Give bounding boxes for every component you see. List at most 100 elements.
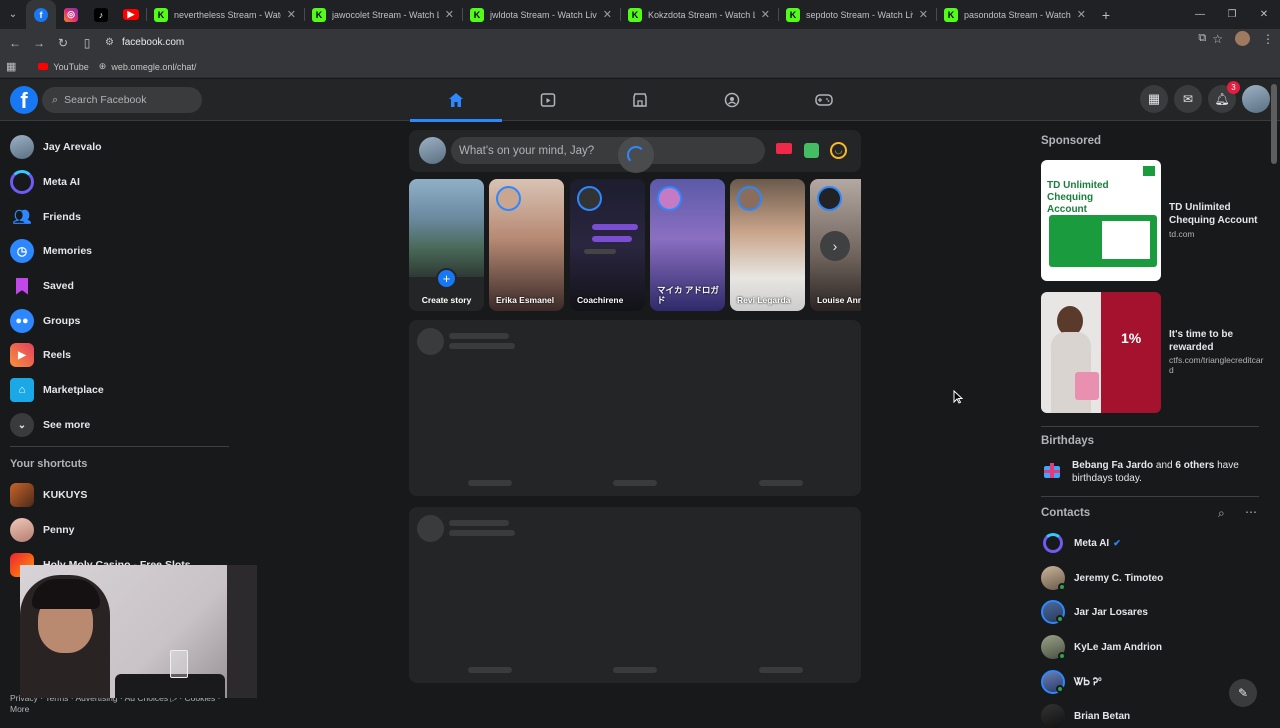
skeleton-avatar [417, 328, 444, 355]
restore-icon[interactable]: ❐ [1216, 0, 1248, 29]
kick-favicon-icon: K [628, 7, 642, 22]
friends-icon: 👥︎ [12, 209, 32, 226]
tab-close-icon[interactable]: ✕ [1077, 8, 1086, 21]
composer-avatar[interactable] [419, 137, 446, 164]
pinned-tab-tiktok[interactable]: ♪ [86, 0, 116, 29]
nav-gaming[interactable] [778, 79, 870, 121]
tab-close-icon[interactable]: ✕ [761, 8, 770, 21]
search-input[interactable]: ⌕ Search Facebook [42, 87, 202, 113]
feeling-icon[interactable]: ◡ [830, 142, 847, 159]
sidebar-see-more[interactable]: ⌄ See more [10, 413, 90, 437]
browser-tab[interactable]: K jwldota Stream - Watch Live on ✕ [462, 0, 620, 29]
ad-card[interactable]: 1% It's time to be rewarded ctfs.com/tri… [1041, 292, 1263, 413]
contacts-more-icon[interactable]: ⋯ [1245, 505, 1257, 519]
facebook-header: f ⌕ Search Facebook ▦ ✉ 🔔︎ 3 [0, 79, 1280, 122]
notifications-button[interactable]: 🔔︎ 3 [1208, 81, 1240, 113]
contacts-search-icon[interactable]: ⌕ [1218, 506, 1225, 521]
side-panel-icon[interactable]: ▯ [75, 31, 99, 55]
page-scrollbar[interactable] [1271, 84, 1277, 164]
contact-item[interactable]: Brian Betan [1041, 704, 1130, 728]
contact-name: ᏔᏏ Ꭾº [1074, 676, 1102, 688]
contact-item[interactable]: Jeremy C. Timoteo [1041, 566, 1163, 591]
birthday-text[interactable]: Bebang Fa Jardo and 6 others have birthd… [1072, 459, 1257, 485]
shortcut-label: KUKUYS [43, 489, 88, 501]
sidebar-item-marketplace[interactable]: ⌂ Marketplace [10, 378, 104, 402]
browser-tab[interactable]: K sepdoto Stream - Watch Live on ✕ [778, 0, 936, 29]
pinned-tab-facebook[interactable]: f [26, 0, 56, 29]
sidebar-item-label: Meta AI [43, 176, 80, 188]
saved-icon [10, 274, 34, 298]
browser-menu-icon[interactable]: ⋮ [1262, 32, 1274, 46]
birthday-name[interactable]: Bebang Fa Jardo [1072, 460, 1153, 471]
apps-grid-icon[interactable]: ▦ [6, 60, 16, 73]
browser-tab[interactable]: K jawocolet Stream - Watch Live on ✕ [304, 0, 462, 29]
right-divider [1041, 426, 1259, 427]
tab-close-icon[interactable]: ✕ [445, 8, 454, 21]
bookmark-omegle[interactable]: ⊕ web.omegle.onl/chat/ [99, 61, 197, 72]
contact-item[interactable]: ᏔᏏ Ꭾº [1041, 670, 1102, 694]
story-avatar [737, 186, 762, 211]
sidebar-item-reels[interactable]: ▶ Reels [10, 343, 71, 367]
plus-icon: + [436, 268, 457, 289]
facebook-logo[interactable]: f [10, 86, 38, 114]
messenger-button[interactable]: ✉ [1174, 85, 1202, 113]
webcam-overlay [20, 565, 257, 698]
install-app-icon[interactable]: ⧉ [1198, 32, 1206, 45]
sidebar-item-memories[interactable]: ◷ Memories [10, 239, 92, 263]
story-name: Erika Esmanel [496, 295, 555, 305]
sidebar-item-friends[interactable]: 👥︎ Friends [10, 205, 81, 229]
story-card[interactable]: Erika Esmanel [489, 179, 564, 311]
stories-next-button[interactable]: › [820, 231, 850, 261]
close-window-icon[interactable]: ✕ [1248, 0, 1280, 29]
pinned-tab-instagram[interactable]: ◎ [56, 0, 86, 29]
sidebar-item-label: Friends [43, 211, 81, 223]
back-icon[interactable]: ← [3, 31, 27, 55]
birthday-others[interactable]: 6 others [1175, 460, 1214, 471]
nav-home[interactable] [410, 79, 502, 122]
story-card[interactable]: Coachirene [570, 179, 645, 311]
shortcuts-title: Your shortcuts [10, 458, 88, 470]
browser-tab[interactable]: K nevertheless Stream - Watch Live ✕ [146, 0, 304, 29]
bookmark-star-icon[interactable]: ☆ [1212, 32, 1223, 46]
nav-groups[interactable] [686, 79, 778, 121]
live-video-icon[interactable] [776, 143, 792, 154]
sidebar-item-saved[interactable]: Saved [10, 274, 74, 298]
forward-icon[interactable]: → [27, 31, 51, 55]
story-card-create[interactable]: + Create story [409, 179, 484, 311]
story-card[interactable]: Revi Legarda [730, 179, 805, 311]
contact-item[interactable]: Meta AI ✔ [1041, 531, 1121, 555]
profile-avatar-icon[interactable] [1235, 31, 1250, 46]
tab-close-icon[interactable]: ✕ [287, 8, 296, 21]
tab-search-button[interactable]: ⌄ [0, 4, 26, 26]
nav-marketplace[interactable] [594, 79, 686, 121]
nav-video[interactable] [502, 79, 594, 121]
contact-item[interactable]: KyLe Jam Andrion [1041, 635, 1162, 660]
tab-close-icon[interactable]: ✕ [603, 8, 612, 21]
pinned-tab-youtube[interactable]: ▶ [116, 0, 146, 29]
omnibox[interactable]: ⚙ facebook.com [105, 32, 1165, 54]
photo-video-icon[interactable] [804, 143, 819, 158]
new-message-button[interactable]: ✎ [1229, 679, 1257, 707]
composer-input[interactable]: What's on your mind, Jay? [451, 137, 765, 164]
site-info-icon[interactable]: ⚙ [105, 37, 114, 48]
browser-tab[interactable]: K pasondota Stream - Watch Live ✕ [936, 0, 1094, 29]
browser-tab[interactable]: K Kokzdota Stream - Watch Live ✕ [620, 0, 778, 29]
sidebar-item-meta-ai[interactable]: Meta AI [10, 170, 80, 194]
new-tab-button[interactable]: + [1094, 7, 1118, 23]
account-avatar[interactable] [1242, 85, 1270, 113]
sidebar-item-groups[interactable]: ●● Groups [10, 309, 80, 333]
shortcut-item[interactable]: KUKUYS [10, 483, 87, 507]
online-indicator [1058, 583, 1066, 591]
tab-close-icon[interactable]: ✕ [919, 8, 928, 21]
sidebar-item-profile[interactable]: Jay Arevalo [10, 135, 102, 159]
reload-icon[interactable]: ↻ [51, 31, 75, 55]
contact-item[interactable]: Jar Jar Losares [1041, 600, 1148, 624]
ad-card[interactable]: TD Unlimited Chequing Account TD Unlimit… [1041, 160, 1261, 281]
menu-button[interactable]: ▦ [1140, 85, 1168, 113]
bookmark-youtube[interactable]: YouTube [38, 62, 89, 72]
story-card[interactable]: マイカ アドロガド [650, 179, 725, 311]
shortcut-item[interactable]: Penny [10, 518, 75, 542]
tab-title: sepdoto Stream - Watch Live on [806, 9, 913, 20]
minimize-icon[interactable]: — [1184, 0, 1216, 29]
home-icon [449, 93, 463, 107]
